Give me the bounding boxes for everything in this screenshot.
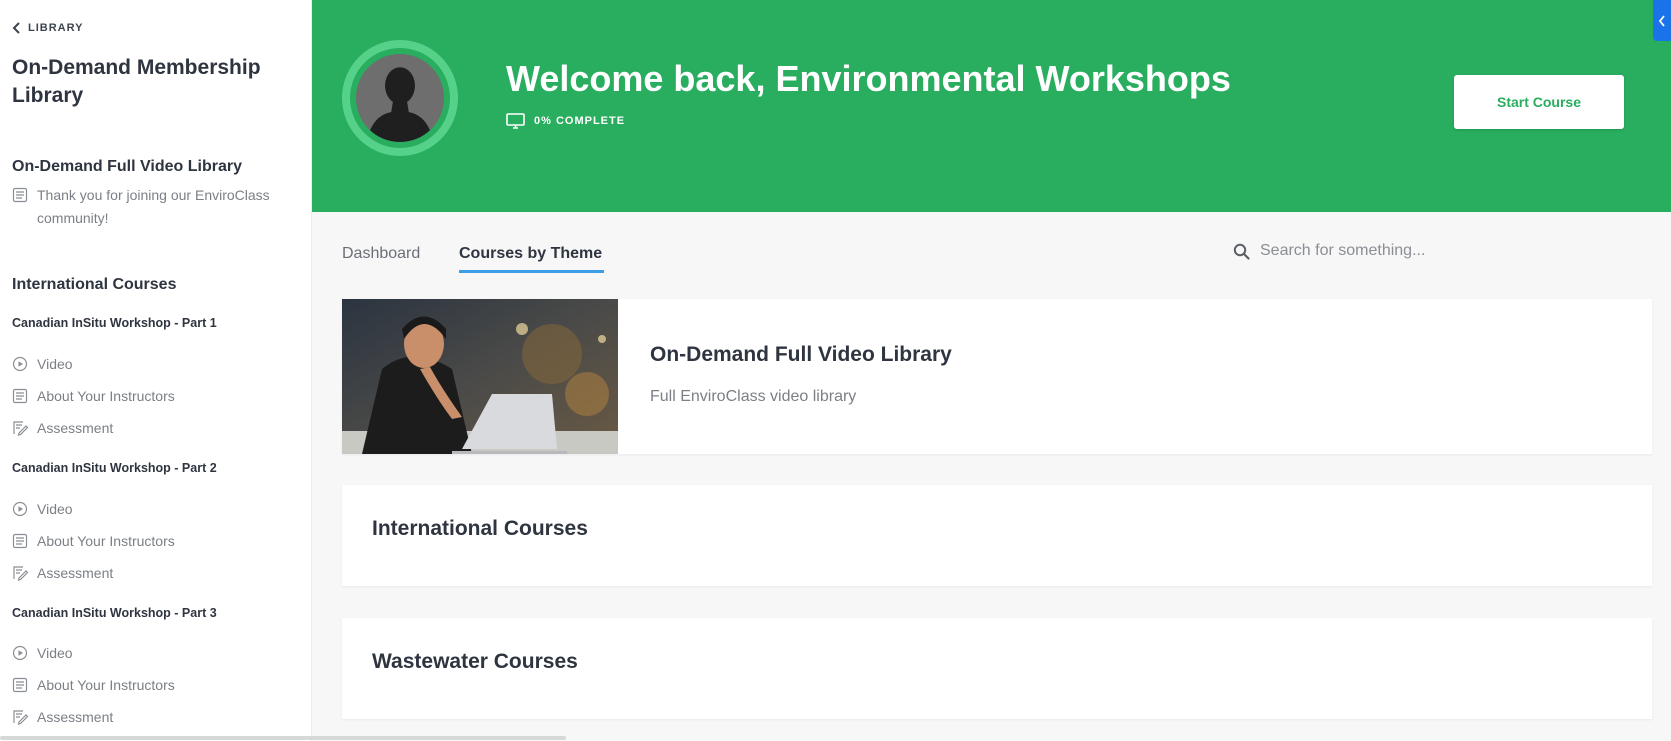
- welcome-heading: Welcome back, Environmental Workshops: [506, 58, 1231, 99]
- sidebar-item-label: Assessment: [37, 565, 114, 581]
- search-input[interactable]: [1260, 242, 1480, 260]
- sidebar-item-label: Assessment: [37, 709, 114, 725]
- course-thumbnail: [342, 299, 618, 454]
- card-description: Full EnviroClass video library: [650, 388, 857, 405]
- quiz-icon: [12, 565, 28, 581]
- hero-banner: Welcome back, Environmental Workshops 0%…: [312, 0, 1671, 212]
- sidebar-item-label: About Your Instructors: [37, 677, 175, 693]
- sidebar-group-title: Canadian InSitu Workshop - Part 1: [12, 316, 217, 330]
- sidebar-group-title: Canadian InSitu Workshop - Part 2: [12, 461, 217, 475]
- card-title: Wastewater Courses: [372, 650, 578, 673]
- sidebar-item-video[interactable]: Video: [12, 642, 298, 665]
- sidebar-item-assessment[interactable]: Assessment: [12, 417, 298, 440]
- sidebar-item-welcome-note[interactable]: Thank you for joining our EnviroClass co…: [12, 184, 298, 230]
- avatar: [356, 54, 444, 142]
- play-circle-icon: [12, 501, 28, 517]
- back-to-library-link[interactable]: LIBRARY: [12, 22, 83, 34]
- chevron-left-icon: [1658, 14, 1665, 27]
- user-silhouette-icon: [356, 54, 444, 142]
- active-tab-indicator: [459, 270, 604, 273]
- sidebar-item-label: Thank you for joining our EnviroClass co…: [37, 187, 270, 226]
- card-title: International Courses: [372, 517, 588, 540]
- course-card[interactable]: Wastewater Courses: [342, 618, 1652, 719]
- sidebar-section-title: On-Demand Full Video Library: [12, 158, 242, 175]
- horizontal-scrollbar[interactable]: [0, 736, 566, 740]
- quiz-icon: [12, 709, 28, 725]
- sidebar-item-label: Video: [37, 501, 73, 517]
- play-circle-icon: [12, 645, 28, 661]
- sidebar: LIBRARY On-Demand Membership Library On-…: [0, 0, 312, 741]
- progress-label: 0% COMPLETE: [534, 115, 626, 127]
- play-circle-icon: [12, 356, 28, 372]
- sidebar-item-assessment[interactable]: Assessment: [12, 562, 298, 585]
- course-card[interactable]: International Courses: [342, 485, 1652, 586]
- document-icon: [12, 187, 28, 203]
- sidebar-item-label: About Your Instructors: [37, 533, 175, 549]
- side-panel-toggle[interactable]: [1653, 0, 1671, 41]
- search-box[interactable]: [1233, 242, 1480, 260]
- tab-courses-by-theme[interactable]: Courses by Theme: [459, 245, 602, 263]
- back-link-label: LIBRARY: [28, 22, 84, 34]
- card-title: On-Demand Full Video Library: [650, 343, 952, 366]
- sidebar-item-label: Video: [37, 356, 73, 372]
- sidebar-item-video[interactable]: Video: [12, 498, 298, 521]
- document-icon: [12, 388, 28, 404]
- sidebar-item-instructors[interactable]: About Your Instructors: [12, 674, 298, 697]
- course-progress: 0% COMPLETE: [506, 113, 625, 129]
- document-icon: [12, 533, 28, 549]
- library-title: On-Demand Membership Library: [12, 56, 261, 107]
- chevron-left-icon: [12, 22, 20, 34]
- sidebar-section-title: International Courses: [12, 276, 177, 293]
- course-card[interactable]: On-Demand Full Video Library Full Enviro…: [342, 299, 1652, 454]
- sidebar-item-assessment[interactable]: Assessment: [12, 706, 298, 729]
- sidebar-item-instructors[interactable]: About Your Instructors: [12, 385, 298, 408]
- sidebar-item-label: About Your Instructors: [37, 388, 175, 404]
- sidebar-item-video[interactable]: Video: [12, 353, 298, 376]
- tab-dashboard[interactable]: Dashboard: [342, 245, 420, 263]
- quiz-icon: [12, 420, 28, 436]
- search-icon: [1233, 243, 1250, 260]
- monitor-icon: [506, 113, 525, 129]
- sidebar-item-label: Assessment: [37, 420, 114, 436]
- sidebar-item-instructors[interactable]: About Your Instructors: [12, 530, 298, 553]
- sidebar-group-title: Canadian InSitu Workshop - Part 3: [12, 606, 217, 620]
- start-course-button[interactable]: Start Course: [1454, 75, 1624, 129]
- avatar-progress-ring: [342, 40, 458, 156]
- sidebar-item-label: Video: [37, 645, 73, 661]
- document-icon: [12, 677, 28, 693]
